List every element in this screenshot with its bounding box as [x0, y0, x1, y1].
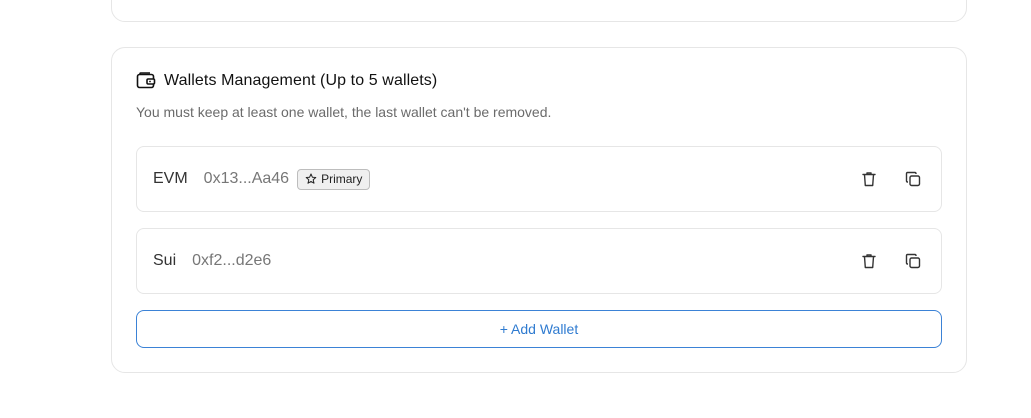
add-wallet-button[interactable]: + Add Wallet: [136, 310, 942, 348]
card-header: Wallets Management (Up to 5 wallets): [136, 72, 437, 90]
section-title: Wallets Management (Up to 5 wallets): [164, 72, 438, 89]
row-actions: [861, 253, 921, 269]
wallet-address: 0x13...Aa46: [203, 170, 290, 187]
copy-icon[interactable]: [905, 171, 921, 187]
wallet-icon: [136, 72, 156, 90]
row-actions: [861, 171, 921, 187]
wallet-address: 0xf2...d2e6: [192, 252, 272, 269]
trash-icon[interactable]: [861, 171, 877, 187]
primary-badge: Primary: [297, 168, 371, 190]
primary-badge-label: Primary: [321, 172, 363, 186]
section-subtitle: You must keep at least one wallet, the l…: [136, 104, 552, 120]
previous-card: [111, 0, 967, 22]
wallets-management-card: Wallets Management (Up to 5 wallets) You…: [111, 47, 967, 373]
wallet-row: Sui 0xf2...d2e6: [136, 228, 942, 294]
star-icon: [305, 173, 317, 185]
wallet-chain: EVM: [153, 170, 188, 187]
wallet-chain: Sui: [153, 252, 177, 269]
trash-icon[interactable]: [861, 253, 877, 269]
copy-icon[interactable]: [905, 253, 921, 269]
wallet-row: EVM 0x13...Aa46 Primary: [136, 146, 942, 212]
